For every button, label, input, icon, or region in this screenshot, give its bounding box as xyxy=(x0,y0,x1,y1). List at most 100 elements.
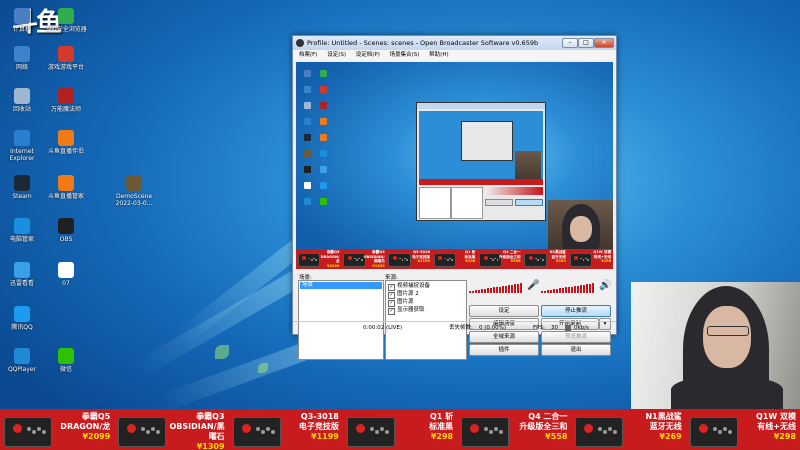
price-value: 1199 xyxy=(420,259,431,264)
source-item[interactable]: ✓ 图片源 2 xyxy=(388,291,419,299)
menu-scene-collection[interactable]: 场景集合(S) xyxy=(390,52,420,58)
desktop-volume-meter[interactable] xyxy=(541,283,595,293)
joystick-ball xyxy=(392,256,397,261)
product-info[interactable]: 拳霸Q3 OBSIDIAN/黑曜石 ¥1309 xyxy=(162,412,225,450)
product-controller-image[interactable] xyxy=(232,417,281,447)
source-checkbox[interactable]: ✓ xyxy=(388,308,395,315)
arcade-button xyxy=(369,427,374,431)
product-info[interactable]: Q1W 双模 有线+无线 ¥298 xyxy=(589,250,611,264)
desktop-icon[interactable]: 07 xyxy=(44,262,88,287)
speaker-icon[interactable]: 🔊 xyxy=(599,280,611,291)
sources-list[interactable]: ✓ 视频捕捉设备 ✓ 图片源 2 ✓ 图片源 ✓ 显示器获取 xyxy=(385,280,467,360)
preview-icon xyxy=(320,166,327,173)
desktop-icon[interactable]: QQPlayer xyxy=(0,348,44,373)
product-info[interactable]: N1黑战鲨 蓝牙无线 ¥269 xyxy=(544,250,566,264)
desktop-icon[interactable]: Steam xyxy=(0,175,44,200)
desktop-icon[interactable]: 360安全浏览器 xyxy=(44,8,88,33)
arcade-button xyxy=(537,258,540,261)
desktop-icon[interactable]: Internet Explorer xyxy=(0,130,44,162)
menu-profile[interactable]: 设定档(P) xyxy=(356,52,380,58)
desktop-icon[interactable]: 微信 xyxy=(44,348,88,373)
preview-banner: 拳霸Q5 DRAGON/龙 ¥2099 拳霸Q3 OBSIDIAN/黑曜石 ¥1309 Q3… xyxy=(296,249,613,269)
exit-button[interactable]: 退出 xyxy=(541,344,611,356)
source-checkbox[interactable]: ✓ xyxy=(388,292,395,299)
volume-bar xyxy=(517,283,519,293)
desktop-icon[interactable]: 网络 xyxy=(0,46,44,71)
arcade-button xyxy=(603,430,608,434)
app-icon xyxy=(58,46,74,62)
volume-bar xyxy=(508,285,510,293)
desktop-icon[interactable]: 腾讯QQ xyxy=(0,306,44,331)
app-icon xyxy=(58,8,74,24)
source-checkbox[interactable]: ✓ xyxy=(388,300,395,307)
nested-button xyxy=(515,199,543,206)
product-info[interactable]: 拳霸Q5 DRAGON/龙 ¥2099 xyxy=(48,412,110,442)
settings-button[interactable]: 设定 xyxy=(469,305,539,317)
preview-icon xyxy=(304,182,311,189)
product-info[interactable]: 拳霸Q5 DRAGON/龙 ¥2099 xyxy=(318,250,340,268)
product-controller-image[interactable] xyxy=(118,417,167,447)
product-info[interactable]: N1黑战鲨 蓝牙无线 ¥269 xyxy=(619,412,681,442)
product-info[interactable]: Q1 斩标准黑 ¥298 xyxy=(391,412,453,442)
desktop-icon[interactable]: DemoScene 2022-03-0... xyxy=(112,175,156,207)
desktop-icon[interactable]: 万能魔法师 xyxy=(44,88,88,113)
volume-bar xyxy=(490,287,492,293)
fps-label: FPS: xyxy=(533,325,545,331)
close-button[interactable]: ✕ xyxy=(594,38,614,48)
preview-icon xyxy=(320,182,327,189)
product-info[interactable]: Q4 二合一 升级版全三和 ¥558 xyxy=(499,250,521,264)
product-controller-image[interactable] xyxy=(575,417,624,447)
volume-bar xyxy=(577,285,579,293)
scenes-list[interactable]: 场景 xyxy=(298,280,384,360)
desktop-icon[interactable]: 斗鱼直播伴侣 xyxy=(44,130,88,155)
stop-stream-button[interactable]: 停止推流 xyxy=(541,305,611,317)
desktop-icon[interactable]: 迅雷看看 xyxy=(0,262,44,287)
desktop-icon[interactable]: 电脑管家 xyxy=(0,218,44,243)
source-item[interactable]: ✓ 图片源 xyxy=(388,299,414,307)
scene-item[interactable]: 场景 xyxy=(300,282,382,289)
desktop-icon[interactable]: 斗鱼直播管家 xyxy=(44,175,88,200)
product-info[interactable]: 拳霸Q3 OBSIDIAN/黑曜石 ¥1309 xyxy=(363,250,385,268)
product-info[interactable]: Q1W 双模 有线+无线 ¥298 xyxy=(734,412,796,442)
arcade-button xyxy=(37,427,41,431)
app-icon xyxy=(14,306,30,322)
mic-volume-meter[interactable] xyxy=(469,283,523,293)
preview-icon xyxy=(304,150,311,157)
preview-icon xyxy=(304,102,311,109)
menu-help[interactable]: 帮助(H) xyxy=(429,52,448,58)
desktop-icon[interactable]: 计算机 xyxy=(0,8,44,33)
source-checkbox[interactable]: ✓ xyxy=(388,284,395,291)
menu-settings[interactable]: 设定(S) xyxy=(327,52,346,58)
product-name: N1黑战鲨 xyxy=(645,412,682,421)
source-label: 图片源 xyxy=(397,299,414,305)
product-controller-image[interactable] xyxy=(689,417,738,447)
maximize-button[interactable]: □ xyxy=(578,38,594,48)
product-controller-image[interactable] xyxy=(4,417,52,447)
product-info[interactable]: Q1 斩标准黑 ¥298 xyxy=(453,250,476,264)
product-info[interactable]: Q3-3018 电子竞技版 ¥1199 xyxy=(277,412,339,442)
plugins-button[interactable]: 插件 xyxy=(469,344,539,356)
volume-bar xyxy=(541,291,543,293)
product-name: Q3-3018 xyxy=(300,412,339,421)
app-icon xyxy=(14,8,30,24)
source-item[interactable]: ✓ 显示器获取 xyxy=(388,307,425,315)
obs-window[interactable]: Profile: Untitled - Scenes: scenes - Ope… xyxy=(292,35,617,360)
nested-banner xyxy=(419,179,543,185)
nested-preview xyxy=(419,111,543,185)
product-name: 拳霸Q5 xyxy=(81,412,111,421)
product-controller-image[interactable] xyxy=(346,417,395,447)
mic-icon[interactable]: 🎤 xyxy=(527,280,539,291)
minimize-button[interactable]: – xyxy=(562,38,578,48)
volume-bar xyxy=(484,288,486,293)
desktop-icon[interactable]: 回收站 xyxy=(0,88,44,113)
price-value: 298 xyxy=(603,259,612,264)
source-item[interactable]: ✓ 视频捕捉设备 xyxy=(388,283,430,291)
price-value: 1309 xyxy=(374,263,385,268)
menu-file[interactable]: 档案(F) xyxy=(299,52,317,58)
product-controller-image[interactable] xyxy=(461,417,510,447)
product-info[interactable]: Q3-3018 电子竞技版 ¥1199 xyxy=(408,250,430,264)
desktop-icon[interactable]: 游戏游戏平台 xyxy=(44,46,88,71)
product-info[interactable]: Q4 二合一 升级版全三和 ¥558 xyxy=(505,412,567,442)
desktop-icon[interactable]: OBS xyxy=(44,218,88,243)
obs-titlebar[interactable]: Profile: Untitled - Scenes: scenes - Ope… xyxy=(293,36,616,50)
